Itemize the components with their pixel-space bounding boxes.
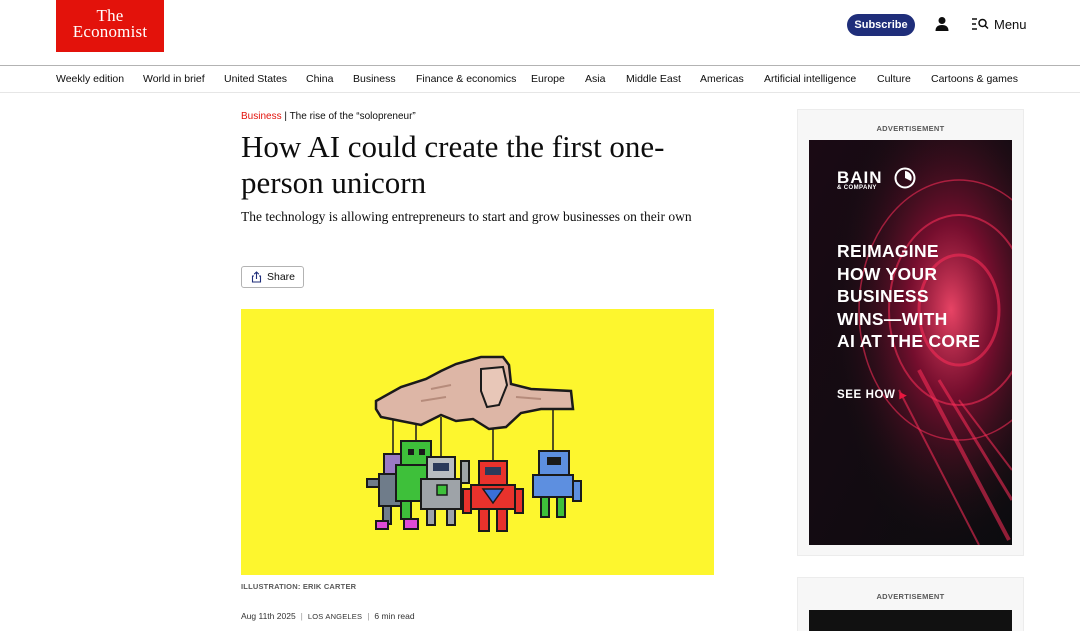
bain-logo: BAIN & COMPANY — [837, 168, 883, 191]
robot-graphic-5 — [532, 450, 582, 518]
nav-world-in-brief[interactable]: World in brief — [143, 73, 205, 85]
arrow-right-icon: ▶ — [899, 390, 908, 400]
advertisement-label: ADVERTISEMENT — [876, 124, 945, 133]
nav-asia[interactable]: Asia — [585, 73, 605, 85]
nav-finance-economics[interactable]: Finance & economics — [416, 73, 516, 85]
section-link[interactable]: Business — [241, 111, 282, 122]
meta-separator: | — [367, 611, 370, 621]
article-meta: Aug 11th 2025 | LOS ANGELES | 6 min read — [241, 611, 415, 621]
article-headline: How AI could create the first one-person… — [241, 129, 665, 200]
subscribe-button[interactable]: Subscribe — [847, 14, 915, 36]
ad-creative-2[interactable] — [809, 610, 1012, 631]
ad-headline: REIMAGINE HOW YOUR BUSINESS WINS—WITH AI… — [837, 240, 1007, 353]
puppet-robots-illustration — [366, 355, 582, 532]
ad-copy-line: HOW YOUR — [837, 263, 938, 284]
ad-copy-line: WINS—WITH — [837, 308, 948, 329]
article-rubric: The rise of the “solopreneur” — [289, 111, 416, 122]
menu-label: Menu — [994, 16, 1027, 32]
nav-artificial-intelligence[interactable]: Artificial intelligence — [764, 73, 856, 85]
nav-china[interactable]: China — [306, 73, 333, 85]
economist-logo[interactable]: The Economist — [56, 0, 164, 52]
site-header: The Economist Subscribe Menu — [0, 0, 1080, 66]
nav-europe[interactable]: Europe — [531, 73, 565, 85]
nav-business[interactable]: Business — [353, 73, 396, 85]
advertisement-slot-1: ADVERTISEMENT BAIN & COMPANY REIMAGINE H… — [797, 109, 1024, 556]
nav-middle-east[interactable]: Middle East — [626, 73, 681, 85]
bain-ad-creative[interactable]: BAIN & COMPANY REIMAGINE HOW YOUR BUSINE… — [809, 140, 1012, 545]
article-kicker: Business | The rise of the “solopreneur” — [241, 111, 416, 122]
ad-cta-link[interactable]: SEE HOW ▶ — [837, 389, 907, 401]
ad-copy-line: BUSINESS — [837, 286, 929, 306]
publish-date: Aug 11th 2025 — [241, 611, 296, 621]
section-nav: Weekly edition World in brief United Sta… — [0, 66, 1080, 93]
nav-weekly-edition[interactable]: Weekly edition — [56, 73, 124, 85]
read-time: 6 min read — [374, 611, 415, 621]
article-standfirst: The technology is allowing entrepreneurs… — [241, 209, 692, 224]
ad-brand-sub: & COMPANY — [837, 185, 877, 191]
menu-search-icon — [972, 18, 989, 30]
ad-copy-line: REIMAGINE — [837, 241, 939, 261]
bain-compass-icon — [894, 167, 916, 189]
kicker-separator: | — [284, 111, 287, 122]
logo-line-2: Economist — [72, 22, 148, 41]
advertisement-label: ADVERTISEMENT — [876, 592, 945, 601]
meta-separator: | — [300, 611, 303, 621]
nav-cartoons-games[interactable]: Cartoons & games — [931, 73, 1018, 85]
nav-united-states[interactable]: United States — [224, 73, 287, 85]
share-icon — [251, 271, 262, 283]
hand-graphic — [374, 355, 575, 431]
share-button[interactable]: Share — [241, 266, 304, 288]
advertisement-slot-2: ADVERTISEMENT — [797, 577, 1024, 631]
hero-illustration — [241, 309, 714, 575]
user-icon[interactable] — [933, 15, 951, 33]
nav-culture[interactable]: Culture — [877, 73, 911, 85]
dateline-location: LOS ANGELES — [307, 612, 363, 621]
share-label: Share — [267, 271, 296, 283]
nav-americas[interactable]: Americas — [700, 73, 744, 85]
menu-button[interactable]: Menu — [971, 15, 1027, 33]
image-caption: ILLUSTRATION: ERIK CARTER — [241, 582, 357, 591]
ad-cta-label: SEE HOW — [837, 389, 896, 401]
ad-copy-line: AI AT THE CORE — [837, 331, 981, 351]
robot-graphic-3 — [420, 456, 470, 526]
robot-graphic-4 — [462, 460, 524, 532]
